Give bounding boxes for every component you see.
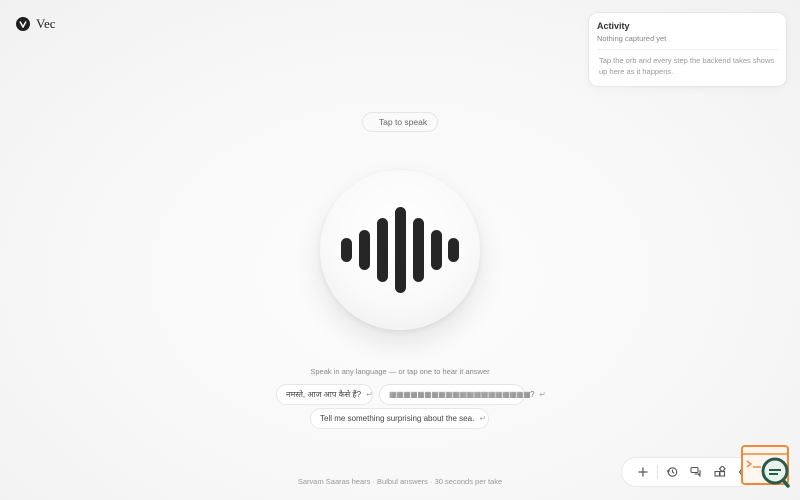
activity-panel: Activity Nothing captured yet Tap the or… [588,12,787,87]
activity-description: Tap the orb and every step the backend t… [599,56,775,76]
history-icon[interactable] [660,459,684,485]
dev-tools-icon[interactable] [741,444,791,490]
enter-icon: ↵ [539,390,546,399]
suggestion-chip[interactable]: Tell me something surprising about the s… [310,408,489,429]
voice-orb-button[interactable] [320,170,480,330]
suggestion-chip[interactable]: ▦▦▦▦▦▦▦▦▦▦▦▦▦▦▦▦▦▦▦▦? ↵ [379,384,546,405]
bottom-toolbar [621,457,757,487]
plus-icon[interactable] [631,459,655,485]
tap-to-speak-label: Tap to speak [362,112,438,132]
enter-icon: ↵ [366,390,373,399]
suggestion-text: ▦▦▦▦▦▦▦▦▦▦▦▦▦▦▦▦▦▦▦▦? [389,390,535,399]
activity-divider [597,49,778,50]
suggestion-text: Tell me something surprising about the s… [320,414,475,423]
enter-icon: ↵ [479,414,487,423]
suggestion-text: नमस्ते, आज आप कैसे हैं? [286,390,362,399]
activity-title: Activity [597,21,630,31]
suggestion-chip[interactable]: नमस्ते, आज आप कैसे हैं? ↵ [276,384,373,405]
apps-icon[interactable] [708,459,732,485]
brand-logo[interactable]: Vec [16,16,56,32]
voice-hint: Speak in any language — or tap one to he… [310,367,490,376]
v-logo-icon [16,17,30,31]
toolbar-divider [657,465,658,479]
activity-status: Nothing captured yet [597,34,667,43]
brand-name: Vec [36,16,56,31]
chat-icon[interactable] [684,459,708,485]
waveform-icon [341,207,459,293]
